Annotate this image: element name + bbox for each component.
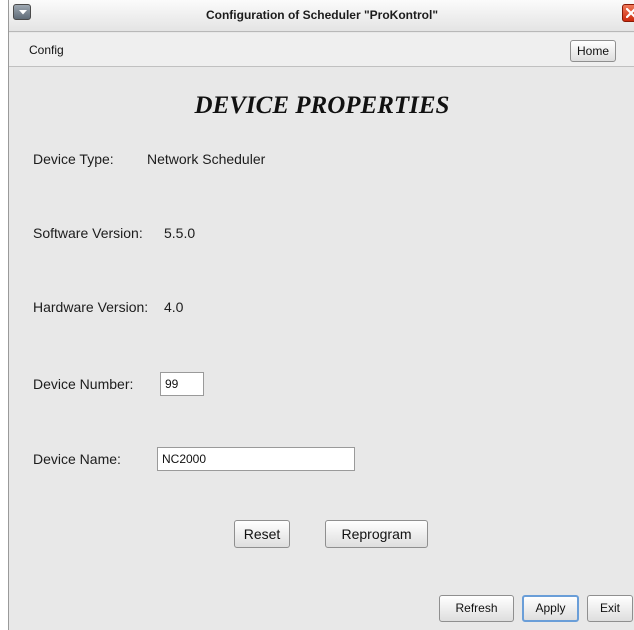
menu-bar: Config: [9, 33, 634, 67]
reprogram-button[interactable]: Reprogram: [325, 520, 428, 548]
software-version-label: Software Version:: [33, 225, 143, 241]
device-type-value: Network Scheduler: [147, 151, 266, 167]
device-name-field[interactable]: NC2000: [157, 447, 355, 471]
apply-button[interactable]: Apply: [522, 595, 579, 622]
close-button[interactable]: [622, 4, 634, 22]
device-number-label: Device Number:: [33, 376, 134, 392]
device-name-label: Device Name:: [33, 451, 121, 467]
title-bar[interactable]: Configuration of Scheduler "ProKontrol": [9, 0, 634, 32]
config-menu[interactable]: Config: [29, 43, 64, 57]
device-type-label: Device Type:: [33, 151, 114, 167]
window-title: Configuration of Scheduler "ProKontrol": [205, 8, 439, 22]
exit-button[interactable]: Exit: [587, 595, 633, 622]
config-window: Configuration of Scheduler "ProKontrol" …: [8, 0, 634, 630]
device-number-field[interactable]: 99: [160, 372, 204, 396]
close-icon: [626, 8, 634, 18]
refresh-button[interactable]: Refresh: [439, 595, 514, 622]
page-title: DEVICE PROPERTIES: [194, 92, 450, 119]
reset-button[interactable]: Reset: [234, 520, 290, 548]
software-version-value: 5.5.0: [164, 225, 196, 241]
home-button[interactable]: Home: [570, 40, 616, 62]
hardware-version-label: Hardware Version:: [33, 299, 149, 315]
hardware-version-value: 4.0: [164, 299, 184, 315]
